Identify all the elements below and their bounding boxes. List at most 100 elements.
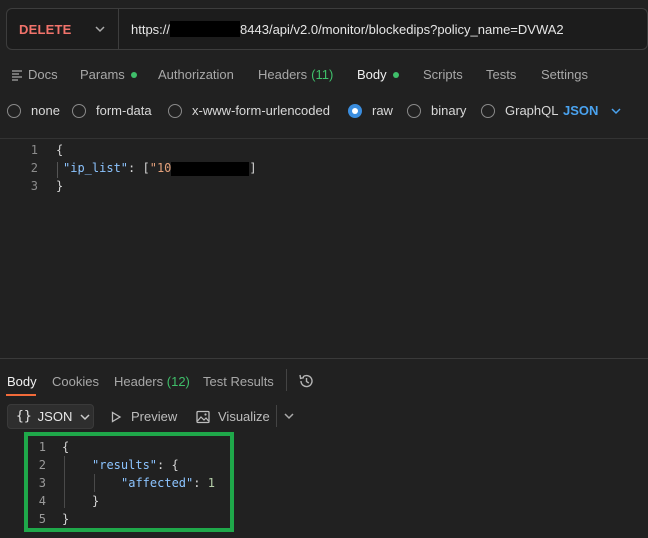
headers-count: (11)	[311, 67, 334, 82]
radio-graphql[interactable]: GraphQL	[481, 103, 558, 118]
response-tab-cookies[interactable]: Cookies	[52, 374, 99, 389]
play-icon	[111, 410, 122, 423]
response-line-2: "results": {	[92, 458, 179, 472]
method-select[interactable]: DELETE	[7, 9, 119, 49]
line-number: 5	[38, 512, 46, 526]
radio-form-data[interactable]: form-data	[72, 103, 152, 118]
tab-tests[interactable]: Tests	[486, 67, 516, 82]
divider	[0, 138, 648, 139]
url-prefix: https://	[131, 21, 171, 37]
line-number: 3	[30, 179, 38, 193]
request-tabs: Docs Params Authorization Headers (11) Bo…	[0, 60, 648, 90]
line-number: 1	[30, 143, 38, 157]
request-body-editor[interactable]: 1 2 3 { "ip_list": ["10] }	[0, 140, 648, 356]
tab-headers-label: Headers	[258, 67, 308, 82]
body-type-options: none form-data x-www-form-urlencoded raw…	[0, 98, 648, 124]
params-active-dot	[130, 71, 137, 78]
divider	[0, 358, 648, 359]
response-body-highlight: 1 2 3 4 5 { "results": { "affected": 1 }…	[24, 432, 234, 532]
radio-graphql-circle	[481, 103, 495, 118]
divider	[276, 405, 277, 427]
indent-guide	[57, 162, 58, 178]
response-tab-headers[interactable]: Headers (12)	[114, 374, 190, 389]
tab-authorization[interactable]: Authorization	[158, 67, 234, 82]
line-number: 1	[38, 440, 46, 454]
tab-headers[interactable]: Headers (11)	[258, 67, 333, 82]
response-line-1: {	[62, 440, 70, 454]
open-brace: {	[56, 143, 64, 157]
response-line-3: "affected": 1	[121, 476, 215, 490]
json-punct: : [	[128, 161, 150, 175]
code-line-1: {	[56, 143, 63, 157]
chevron-down-icon[interactable]	[283, 410, 295, 422]
tab-docs[interactable]: Docs	[11, 67, 58, 82]
tab-scripts-label: Scripts	[423, 67, 463, 82]
url-suffix: 8443/api/v2.0/monitor/blockedips?policy_…	[240, 21, 564, 37]
radio-none[interactable]: none	[7, 103, 60, 118]
radio-binary[interactable]: binary	[407, 103, 466, 118]
tab-authorization-label: Authorization	[158, 67, 234, 82]
radio-urlencoded[interactable]: x-www-form-urlencoded	[168, 103, 330, 118]
visualize-button[interactable]: Visualize	[196, 409, 270, 424]
tab-body-label: Body	[357, 67, 387, 82]
radio-binary-circle	[407, 103, 421, 118]
history-icon[interactable]	[297, 372, 315, 390]
body-format-label: JSON	[563, 103, 599, 118]
redacted-ip	[171, 161, 250, 176]
body-active-dot	[392, 71, 399, 78]
image-icon	[196, 410, 210, 423]
radio-raw-label: raw	[372, 103, 393, 118]
close-brace: }	[56, 179, 64, 193]
tab-params[interactable]: Params	[80, 67, 137, 82]
tab-params-label: Params	[80, 67, 125, 82]
json-punct: : {	[157, 458, 179, 472]
tab-settings-label: Settings	[541, 67, 588, 82]
response-line-5: }	[62, 512, 70, 526]
radio-form-data-label: form-data	[96, 103, 152, 118]
tab-body[interactable]: Body	[357, 67, 399, 82]
radio-form-data-circle	[72, 103, 86, 118]
indent-guide	[64, 456, 65, 508]
json-key: "ip_list"	[63, 161, 129, 175]
code-line-2: "ip_list": ["10]	[63, 161, 257, 176]
chevron-down-icon	[95, 26, 105, 33]
json-key: "results"	[92, 458, 158, 472]
braces-icon: {}	[16, 409, 32, 424]
json-string: "10	[149, 161, 172, 175]
divider	[286, 369, 287, 391]
docs-icon	[12, 69, 22, 81]
line-number: 2	[30, 161, 38, 175]
line-number: 3	[38, 476, 46, 490]
radio-raw[interactable]: raw	[348, 103, 393, 118]
radio-none-circle	[7, 103, 21, 118]
response-line-4: }	[92, 494, 100, 508]
radio-binary-label: binary	[431, 103, 467, 118]
url-input[interactable]: https:// 8443/api/v2.0/monitor/blockedip…	[119, 21, 564, 37]
line-number: 4	[38, 494, 46, 508]
response-tab-body[interactable]: Body	[7, 374, 37, 389]
code-line-3: }	[56, 179, 63, 193]
radio-urlencoded-circle	[168, 103, 182, 118]
request-url-bar: DELETE https:// 8443/api/v2.0/monitor/bl…	[6, 8, 648, 50]
radio-urlencoded-label: x-www-form-urlencoded	[192, 103, 330, 118]
response-headers-label: Headers	[114, 374, 164, 389]
tab-scripts[interactable]: Scripts	[423, 67, 463, 82]
visualize-label: Visualize	[218, 409, 270, 424]
line-number: 2	[38, 458, 46, 472]
tab-docs-label: Docs	[28, 67, 58, 82]
radio-graphql-label: GraphQL	[505, 103, 559, 118]
body-format-select[interactable]: JSON	[563, 103, 622, 118]
chevron-down-icon	[611, 107, 621, 114]
redacted-host	[170, 21, 241, 37]
method-label: DELETE	[19, 21, 72, 37]
active-tab-underline	[6, 394, 36, 396]
tab-settings[interactable]: Settings	[541, 67, 588, 82]
json-punct: ]	[249, 161, 257, 175]
response-headers-count: (12)	[166, 374, 190, 389]
preview-button[interactable]: Preview	[110, 409, 177, 424]
json-punct: :	[193, 476, 208, 490]
response-format-select[interactable]: {} JSON	[7, 404, 94, 429]
response-format-label: JSON	[37, 409, 73, 424]
tab-tests-label: Tests	[486, 67, 517, 82]
response-tab-test-results[interactable]: Test Results	[203, 374, 274, 389]
